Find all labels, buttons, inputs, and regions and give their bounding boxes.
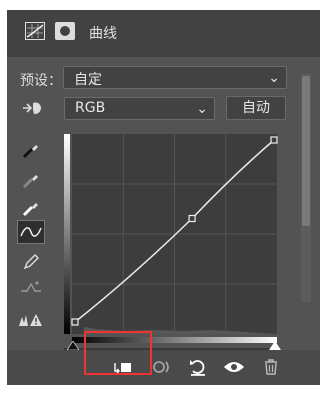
clipping-warning-icon[interactable] [17,308,45,332]
preset-label: 预设： [20,73,62,89]
smooth-curve-icon[interactable] [17,276,45,300]
view-previous-state-icon[interactable] [151,356,173,378]
panel-title: 曲线 [89,26,117,42]
trash-icon[interactable] [260,356,282,378]
curves-adjustment-icon[interactable] [25,22,45,40]
curve-control-point[interactable] [270,136,278,144]
properties-panel: 曲线 预设： 自定 ⌄ RGB ⌄ 自动 [7,10,320,385]
layer-mask-icon[interactable] [55,22,75,40]
chevron-down-icon: ⌄ [196,101,208,117]
white-input-slider-icon[interactable] [269,341,281,350]
scrollbar[interactable] [301,74,311,302]
hand-target-icon[interactable] [19,96,47,120]
scrollbar-thumb[interactable] [302,76,310,226]
reset-icon[interactable] [187,356,209,378]
panel-footer [7,350,320,385]
auto-button[interactable]: 自动 [226,96,286,120]
channel-value: RGB [75,100,106,116]
output-gradient-bar [64,134,70,334]
curves-graph[interactable] [64,134,279,344]
pencil-draw-icon[interactable] [17,250,45,274]
chevron-down-icon: ⌄ [268,70,280,86]
preset-dropdown[interactable]: 自定 ⌄ [63,66,287,89]
curve-control-point[interactable] [71,318,79,326]
channel-dropdown[interactable]: RGB ⌄ [64,97,215,120]
preset-value: 自定 [74,72,102,88]
curve-control-point[interactable] [188,214,196,223]
panel-header: 曲线 [7,10,320,57]
visibility-eye-icon[interactable] [223,356,245,378]
gray-point-eyedropper-icon[interactable] [17,168,45,192]
white-point-eyedropper-icon[interactable] [17,196,45,220]
curve-point-tool-icon[interactable] [17,220,45,244]
highlight-box [84,331,152,375]
black-point-eyedropper-icon[interactable] [17,138,45,162]
black-input-slider-icon[interactable] [67,341,79,350]
